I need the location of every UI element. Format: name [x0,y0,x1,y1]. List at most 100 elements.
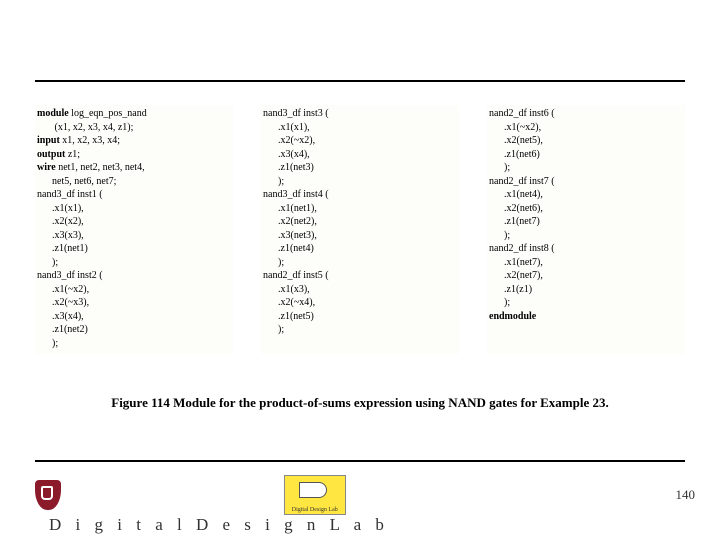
code-line: .x1(net4), [489,188,683,202]
code-text: ); [489,297,510,308]
keyword: wire [37,162,56,173]
code-line: .x1(~x2), [489,121,683,135]
code-listing: module log_eqn_pos_nand (x1, x2, x3, x4,… [35,105,685,354]
code-line: .z1(net1) [37,242,231,256]
code-line: .x2(~x3), [37,296,231,310]
code-column-1: module log_eqn_pos_nand (x1, x2, x3, x4,… [35,105,233,354]
keyword: output [37,149,65,160]
page-number: 140 [676,487,696,503]
keyword: endmodule [489,311,536,322]
code-line: .x2(net7), [489,269,683,283]
code-line: .x1(net1), [263,202,457,216]
shield-icon [35,480,61,510]
code-line: .x1(x1), [263,121,457,135]
code-line: .x1(~x2), [37,283,231,297]
nand-gate-icon: Digital Design Lab [284,475,346,515]
code-line: wire net1, net2, net3, net4, [37,161,231,175]
code-text: .z1(net7) [489,216,540,227]
code-text: .z1(z1) [489,284,532,295]
code-text: nand3_df inst3 ( [263,108,329,119]
code-line: input x1, x2, x3, x4; [37,134,231,148]
code-line: net5, net6, net7; [37,175,231,189]
code-text: .x1(net4), [489,189,543,200]
code-text: .x1(net1), [263,203,317,214]
code-line: nand3_df inst4 ( [263,188,457,202]
code-column-3: nand2_df inst6 ( .x1(~x2), .x2(net5), .z… [487,105,685,354]
code-text: log_eqn_pos_nand [69,108,147,119]
code-line: .x3(net3), [263,229,457,243]
slide-footer: Digital Design Lab D i g i t a l D e s i… [35,475,695,525]
code-line: endmodule [489,310,683,324]
code-text: .x3(x4), [37,311,84,322]
code-text: ); [263,257,284,268]
code-line: .z1(net2) [37,323,231,337]
code-line: .x3(x3), [37,229,231,243]
code-text: .x2(~x3), [37,297,89,308]
code-text: .x3(x3), [37,230,84,241]
code-line: ); [37,337,231,351]
code-text: nand2_df inst8 ( [489,243,555,254]
code-line: nand3_df inst1 ( [37,188,231,202]
code-text: nand3_df inst4 ( [263,189,329,200]
code-line: .z1(net6) [489,148,683,162]
code-line: (x1, x2, x3, x4, z1); [37,121,231,135]
lab-title: D i g i t a l D e s i g n L a b [49,515,389,535]
code-text: ); [263,176,284,187]
top-rule [35,80,685,82]
code-text: .z1(net3) [263,162,314,173]
code-line: ); [37,256,231,270]
code-text: z1; [65,149,80,160]
code-line: .z1(z1) [489,283,683,297]
code-line: .x2(~x2), [263,134,457,148]
code-text: .x2(~x4), [263,297,315,308]
keyword: module [37,108,69,119]
code-line: ); [489,296,683,310]
code-line: nand2_df inst6 ( [489,107,683,121]
code-text: .x2(x2), [37,216,84,227]
code-line: .z1(net3) [263,161,457,175]
code-line: .x2(net2), [263,215,457,229]
code-line: .x2(net6), [489,202,683,216]
code-text: .x1(x3), [263,284,310,295]
code-text: .x2(net5), [489,135,543,146]
code-line: .z1(net5) [263,310,457,324]
code-text: .z1(net5) [263,311,314,322]
code-text: .z1(net2) [37,324,88,335]
code-line: .x2(x2), [37,215,231,229]
code-text: nand3_df inst1 ( [37,189,103,200]
code-text: nand2_df inst5 ( [263,270,329,281]
code-text: .x1(net7), [489,257,543,268]
code-line: .x3(x4), [263,148,457,162]
code-text: ); [489,230,510,241]
code-line: ); [489,229,683,243]
code-line: .x2(net5), [489,134,683,148]
code-text: x1, x2, x3, x4; [60,135,120,146]
code-line: .x1(x3), [263,283,457,297]
code-text: .x2(net2), [263,216,317,227]
code-line: .x3(x4), [37,310,231,324]
code-text: .x2(net7), [489,270,543,281]
code-line: nand3_df inst2 ( [37,269,231,283]
code-text: .x1(~x2), [37,284,89,295]
code-text: nand2_df inst6 ( [489,108,555,119]
code-text: ); [263,324,284,335]
figure-caption: Figure 114 Module for the product-of-sum… [0,395,720,411]
code-line: .x1(x1), [37,202,231,216]
code-text: net5, net6, net7; [37,176,116,187]
code-text: .x1(~x2), [489,122,541,133]
code-line: ); [263,323,457,337]
code-line: output z1; [37,148,231,162]
code-line: ); [489,161,683,175]
code-line: .z1(net7) [489,215,683,229]
code-text: .z1(net1) [37,243,88,254]
code-line: .z1(net4) [263,242,457,256]
keyword: input [37,135,60,146]
code-text: .x1(x1), [37,203,84,214]
code-text: .z1(net4) [263,243,314,254]
code-text: .z1(net6) [489,149,540,160]
code-text: ); [37,257,58,268]
code-text: .x3(x4), [263,149,310,160]
code-text: nand2_df inst7 ( [489,176,555,187]
chip-label: Digital Design Lab [285,507,345,513]
code-text: ); [489,162,510,173]
